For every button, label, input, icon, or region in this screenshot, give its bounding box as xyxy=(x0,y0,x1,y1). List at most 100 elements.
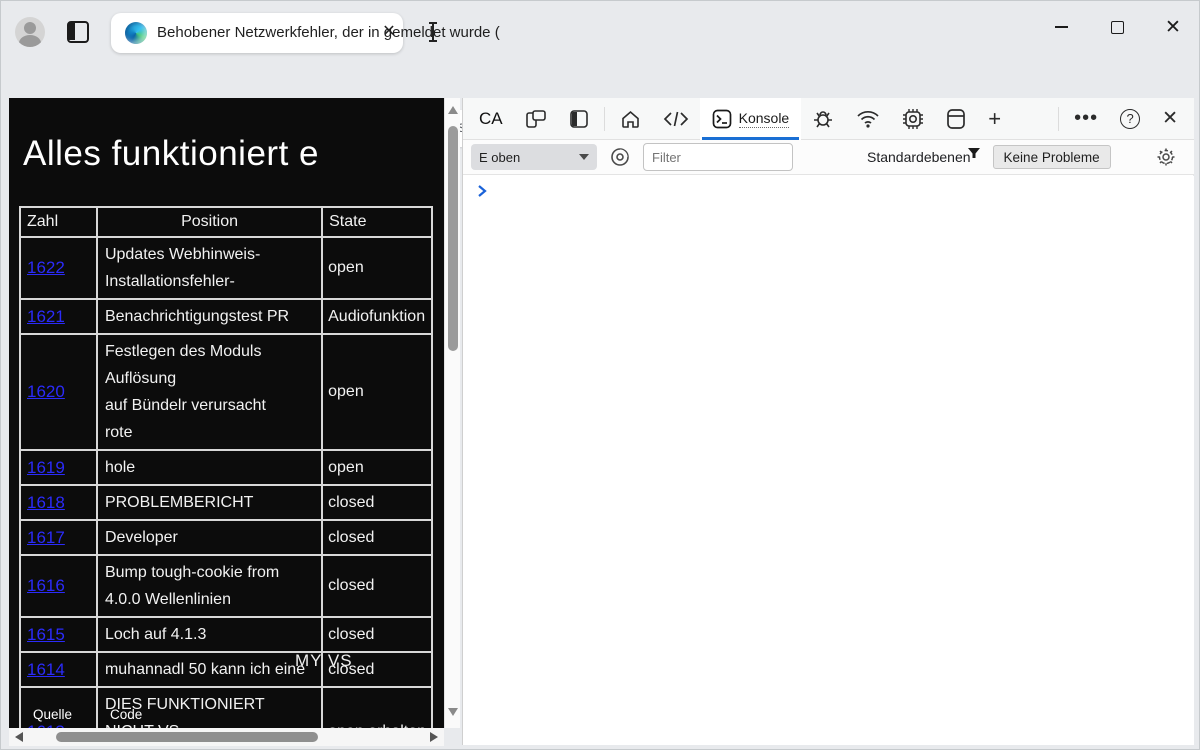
issue-link[interactable]: 1619 xyxy=(27,458,65,477)
issue-position-cell: muhannadl 50 kann ich eine xyxy=(97,652,322,687)
footer-link-code[interactable]: Code xyxy=(110,707,142,722)
live-expression-eye-icon[interactable] xyxy=(609,146,631,168)
column-header: Zahl xyxy=(20,207,97,237)
profile-avatar[interactable] xyxy=(15,17,45,47)
column-header: State xyxy=(322,207,432,237)
dock-panel-icon[interactable] xyxy=(558,98,600,140)
table-row: 1614muhannadl 50 kann ich eineclosed xyxy=(20,652,432,687)
horizontal-scrollbar[interactable] xyxy=(9,728,444,746)
divider xyxy=(1058,107,1059,131)
devtools-close-icon[interactable]: ✕ xyxy=(1151,98,1194,140)
table-row: 1619 holeopen xyxy=(20,450,432,485)
issue-position-cell: Benachrichtigungstest PR xyxy=(97,299,322,334)
issue-link[interactable]: 1614 xyxy=(27,660,65,679)
issue-id-cell: 1616 xyxy=(20,555,97,617)
issue-link[interactable]: 1620 xyxy=(27,382,65,401)
scrollbar-up-arrow[interactable] xyxy=(448,106,458,114)
console-icon xyxy=(712,109,732,129)
vertical-scrollbar[interactable] xyxy=(444,98,460,728)
issue-id-cell: 1617 xyxy=(20,520,97,555)
issue-state-cell: closed xyxy=(322,555,432,617)
close-button[interactable]: ✕ xyxy=(1145,1,1200,53)
issues-table: Zahl Position State 1622 Updates Webhinwe… xyxy=(19,206,433,728)
hscroll-thumb[interactable] xyxy=(56,732,318,742)
edge-logo-icon xyxy=(125,22,147,44)
table-row: 1617 Developerclosed xyxy=(20,520,432,555)
issues-badge[interactable]: Keine Probleme xyxy=(993,145,1111,169)
issue-state-cell: Audiofunktion xyxy=(322,299,432,334)
table-row: 1622 Updates Webhinweis- Installationsfeh… xyxy=(20,237,432,299)
issue-id-cell: 1620 xyxy=(20,334,97,450)
text-cursor xyxy=(432,22,434,42)
hscroll-left-arrow[interactable] xyxy=(15,732,23,742)
minimize-button[interactable] xyxy=(1033,1,1089,53)
konsole-tab-label: Konsole xyxy=(739,110,790,128)
devtools-panel: CA Konsole xyxy=(462,98,1193,745)
help-icon[interactable]: ? xyxy=(1109,98,1151,140)
issue-link[interactable]: 1617 xyxy=(27,528,65,547)
network-wifi-icon[interactable] xyxy=(845,98,891,140)
hscroll-right-arrow[interactable] xyxy=(430,732,438,742)
devtools-tab-bar: CA Konsole xyxy=(463,98,1194,140)
issue-link[interactable]: 1615 xyxy=(27,625,65,644)
tab-title: Behobener Netzwerkfehler, der in gemelde… xyxy=(157,24,500,41)
context-dropdown[interactable]: E oben xyxy=(471,144,597,170)
issue-id-cell: 1621 xyxy=(20,299,97,334)
table-row: 1621 Benachrichtigungstest PRAudiofunktio… xyxy=(20,299,432,334)
context-dropdown-label: E oben xyxy=(479,150,520,165)
console-toolbar: E oben Standardebenen Keine Probleme xyxy=(463,140,1194,175)
issue-position-cell: Festlegen des Moduls Auflösung auf Bünde… xyxy=(97,334,322,450)
console-output[interactable] xyxy=(463,176,1194,745)
issue-position-cell: Bump tough-cookie from 4.0.0 Wellenlinie… xyxy=(97,555,322,617)
device-emulation-icon[interactable] xyxy=(514,98,558,140)
storage-icon[interactable] xyxy=(935,98,977,140)
overlay-artifact-text: MY VS xyxy=(295,651,353,671)
issue-id-cell: 1615 xyxy=(20,617,97,652)
devtools-ca-label[interactable]: CA xyxy=(463,98,514,140)
chevron-down-icon xyxy=(579,154,589,160)
issue-state-cell: open xyxy=(322,450,432,485)
issue-link[interactable]: 1618 xyxy=(27,493,65,512)
issue-position-cell: Updates Webhinweis- Installationsfehler- xyxy=(97,237,322,299)
maximize-button[interactable] xyxy=(1089,1,1145,53)
navigation-toolbar: https://microsoftedge.github.io/Demos/de… xyxy=(1,53,1200,98)
tab-konsole[interactable]: Konsole xyxy=(700,98,802,140)
performance-cpu-icon[interactable] xyxy=(891,98,935,140)
scrollbar-thumb[interactable] xyxy=(448,126,458,351)
issue-state-cell: closed xyxy=(322,520,432,555)
bug-icon[interactable] xyxy=(801,98,845,140)
browser-window: Behobener Netzwerkfehler, der in gemelde… xyxy=(0,0,1200,750)
issue-id-cell: 1622 xyxy=(20,237,97,299)
titlebar: Behobener Netzwerkfehler, der in gemelde… xyxy=(1,1,1200,53)
tab-layout-icon[interactable] xyxy=(67,21,89,43)
issue-link[interactable]: 1621 xyxy=(27,307,65,326)
issue-position-cell: hole xyxy=(97,450,322,485)
webpage-content: Alles funktioniert e Zahl Position State… xyxy=(9,98,444,728)
log-levels-dropdown[interactable]: Standardebenen xyxy=(867,149,981,165)
console-prompt-chevron-icon xyxy=(477,184,487,198)
footer-link-quelle[interactable]: Quelle xyxy=(33,707,72,722)
issue-position-cell: Developer xyxy=(97,520,322,555)
page-footer: Quelle Code xyxy=(33,707,142,722)
issue-state-cell: open xyxy=(322,334,432,450)
issue-position-cell: PROBLEMBERICHT xyxy=(97,485,322,520)
tab-close-icon[interactable]: ✕ xyxy=(379,22,399,42)
scrollbar-down-arrow[interactable] xyxy=(448,708,458,716)
issue-state-cell: open xyxy=(322,237,432,299)
filter-input[interactable] xyxy=(643,143,793,171)
add-tool-icon[interactable]: + xyxy=(977,98,1012,140)
column-header: Position xyxy=(97,207,322,237)
issue-link[interactable]: 1616 xyxy=(27,576,65,595)
table-row: 1618PROBLEMBERICHTclosed xyxy=(20,485,432,520)
table-header-row: Zahl Position State xyxy=(20,207,432,237)
more-tools-icon[interactable]: ••• xyxy=(1063,98,1109,140)
issue-state-cell: open erhalten xyxy=(322,687,432,728)
issue-id-cell: 1614 xyxy=(20,652,97,687)
home-icon[interactable] xyxy=(609,98,652,140)
source-code-icon[interactable] xyxy=(652,98,700,140)
issue-link[interactable]: 1622 xyxy=(27,258,65,277)
issue-state-cell: closed xyxy=(322,617,432,652)
funnel-icon xyxy=(967,147,981,159)
console-settings-gear-icon[interactable] xyxy=(1156,147,1176,167)
issue-id-cell: 1619 xyxy=(20,450,97,485)
